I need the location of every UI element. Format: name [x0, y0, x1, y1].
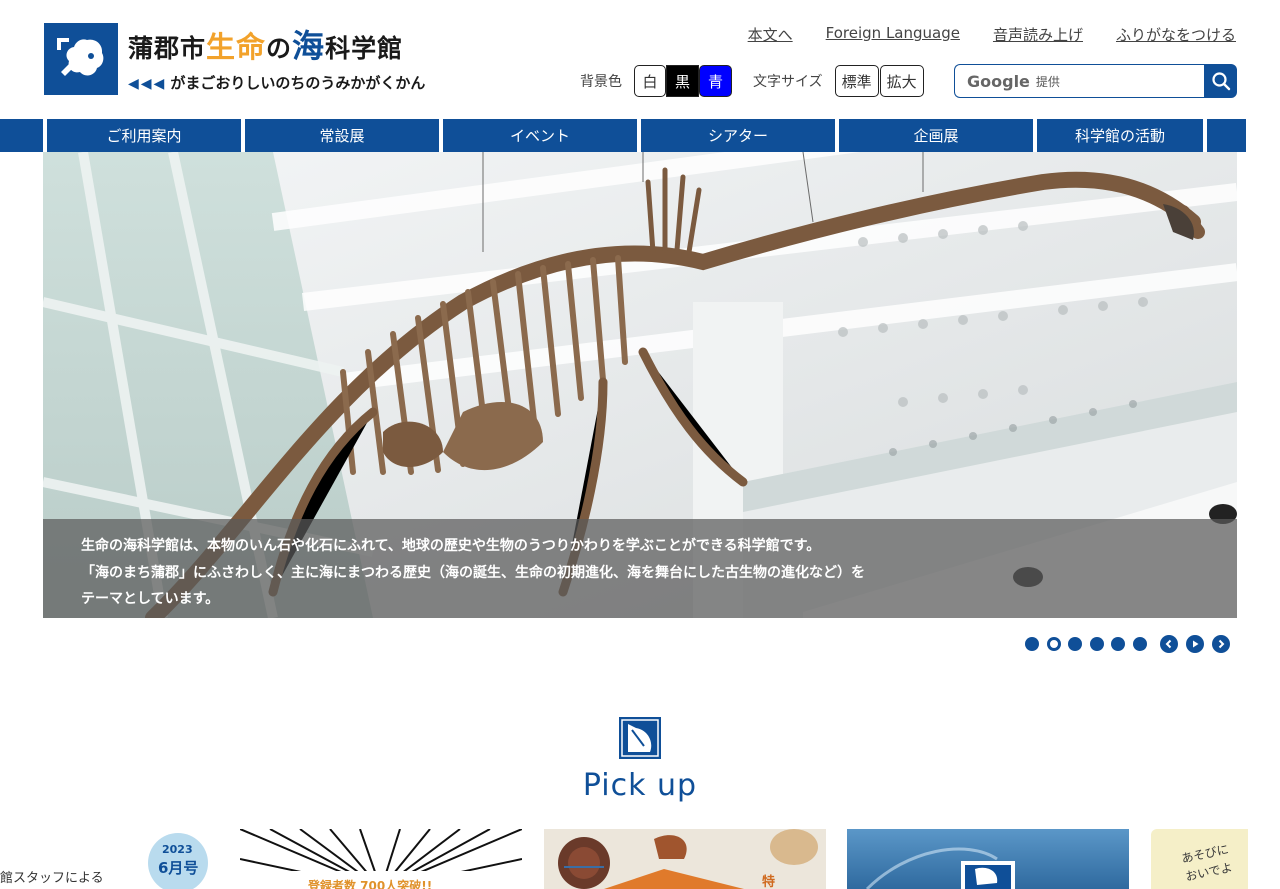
prev-slide-button[interactable] [1160, 635, 1178, 653]
main-nav: ご利用案内 常設展 イベント シアター 企画展 科学館の活動 [0, 119, 1280, 152]
pickup-card-video[interactable] [847, 829, 1129, 889]
slider-controls [1025, 635, 1230, 653]
pickup-title: Pick up [582, 768, 698, 803]
newsletter-month: 6月号 [158, 859, 199, 877]
hero-slider[interactable]: 生命の海科学館は、本物のいん石や化石にふれて、地球の歴史や生物のうつりかわりを学… [43, 152, 1237, 618]
newsletter-year: 2023 [162, 843, 193, 856]
nav-item-special-exhibit[interactable]: 企画展 [839, 119, 1033, 152]
nav-item-activities[interactable]: 科学館の活動 [1037, 119, 1203, 152]
font-enlarge-button[interactable]: 拡大 [879, 65, 924, 97]
font-standard-button[interactable]: 標準 [834, 65, 879, 97]
subscribers-text: 登録者数 700人突破!! [308, 879, 433, 889]
utility-links: 本文へ Foreign Language 音声読み上げ ふりがなをつける [748, 24, 1236, 45]
pickup-card-special[interactable]: 特 [544, 829, 826, 889]
fossils-thumbnail [544, 829, 826, 889]
pickup-card-newsletter[interactable]: 館スタッフによる 2023 6月号 [0, 829, 218, 889]
hero-caption: 生命の海科学館は、本物のいん石や化石にふれて、地球の歴史や生物のうつりかわりを学… [43, 519, 1237, 618]
hero-caption-line-2: 「海のまち蒲郡」にふさわしく、主に海にまつわる歴史（海の誕生、生命の初期進化、海… [81, 564, 865, 581]
nav-edge-right [1207, 119, 1246, 152]
site-search: Google 提供 [954, 64, 1237, 98]
chevron-right-icon [1218, 639, 1225, 649]
furigana-link[interactable]: ふりがなをつける [1116, 24, 1236, 45]
logo-text: 蒲郡市生命の海科学館 ◀◀◀ がまごおりしいのちのうみかがくかん [128, 24, 425, 95]
pickup-card-subscribers[interactable]: 登録者数 700人突破!! [240, 829, 522, 889]
bg-blue-button[interactable]: 青 [699, 65, 732, 97]
next-slide-button[interactable] [1212, 635, 1230, 653]
nav-item-permanent-exhibit[interactable]: 常設展 [245, 119, 439, 152]
pickup-section-icon [618, 716, 662, 760]
underwater-thumbnail [847, 829, 1129, 889]
site-logo[interactable]: 蒲郡市生命の海科学館 ◀◀◀ がまごおりしいのちのうみかがくかん [44, 22, 464, 98]
hero-caption-line-1: 生命の海科学館は、本物のいん石や化石にふれて、地球の歴史や生物のうつりかわりを学… [81, 538, 821, 554]
slide-dot-5[interactable] [1111, 637, 1125, 651]
hero-caption-line-3: テーマとしています。 [81, 591, 220, 607]
logo-title: 蒲郡市生命の海科学館 [128, 27, 404, 65]
chevron-left-icon [1165, 639, 1172, 649]
bg-white-button[interactable]: 白 [634, 65, 666, 97]
skip-to-content-link[interactable]: 本文へ [748, 24, 793, 45]
google-provided-label: 提供 [1035, 74, 1060, 89]
slide-dot-3[interactable] [1068, 637, 1082, 651]
search-input[interactable]: Google 提供 [954, 64, 1204, 98]
slide-dot-2[interactable] [1046, 637, 1061, 651]
bg-black-button[interactable]: 黒 [666, 65, 699, 97]
pickup-card-play[interactable]: あそびに おいでよ [1151, 829, 1248, 889]
read-aloud-link[interactable]: 音声読み上げ [993, 24, 1083, 45]
nav-item-theater[interactable]: シアター [641, 119, 835, 152]
play-icon [1193, 640, 1199, 648]
foreign-language-link[interactable]: Foreign Language [826, 24, 960, 45]
logo-mark-icon [44, 23, 118, 95]
logo-reading: ◀◀◀ がまごおりしいのちのうみかがくかん [128, 74, 426, 92]
background-color-label: 背景色 [580, 74, 622, 90]
search-button[interactable] [1204, 64, 1237, 98]
nav-edge-left [0, 119, 43, 152]
play-slide-button[interactable] [1186, 635, 1204, 653]
special-text: 特 [762, 875, 776, 889]
slide-dot-6[interactable] [1132, 637, 1147, 651]
newsletter-text: 館スタッフによる [0, 871, 104, 886]
nav-item-guide[interactable]: ご利用案内 [47, 119, 241, 152]
font-size-label: 文字サイズ [753, 74, 823, 90]
display-tools: 背景色 白 黒 青 文字サイズ 標準 拡大 [580, 64, 924, 98]
nav-item-events[interactable]: イベント [443, 119, 637, 152]
pickup-cards: 館スタッフによる 2023 6月号 登録者数 700人突破!! 特 あそびに お… [0, 829, 1280, 889]
slide-dot-4[interactable] [1089, 637, 1104, 651]
google-brand: Google [967, 71, 1030, 91]
search-icon [1211, 72, 1230, 91]
slide-dot-1[interactable] [1025, 637, 1039, 651]
